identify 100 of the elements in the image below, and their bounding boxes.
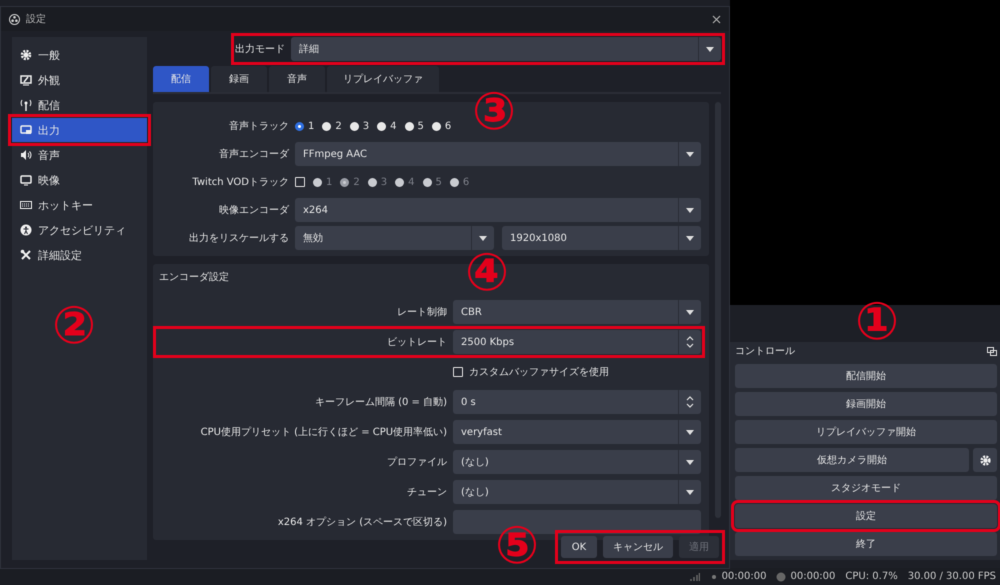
field-label: x264 オプション (スペースで区切る) <box>276 516 447 529</box>
record-icon <box>776 572 786 582</box>
tools-icon <box>20 249 32 261</box>
dropdown[interactable]: (なし) <box>453 450 701 474</box>
checkbox-option[interactable]: カスタムバッファサイズを使用 <box>453 365 609 379</box>
sidebar-item[interactable]: 出力 <box>12 118 147 142</box>
sidebar-item[interactable]: 外観 <box>12 68 147 92</box>
dropdown[interactable]: (なし) <box>453 480 701 504</box>
settings-icon <box>980 454 990 466</box>
window-title: 設定 <box>26 12 47 26</box>
sidebar-label: 音声 <box>38 148 60 162</box>
field-label: 音声エンコーダ <box>218 148 289 161</box>
radio-button[interactable]: 6 <box>432 120 452 132</box>
radio-button[interactable]: 1 <box>295 120 314 132</box>
monitor-brush-icon <box>20 74 32 86</box>
step-number: ③ <box>472 86 516 138</box>
monitor-icon <box>20 174 32 186</box>
field-label: 映像エンコーダ <box>218 204 289 217</box>
sidebar-item[interactable]: アクセシビリティ <box>12 218 147 242</box>
step-number: ① <box>855 296 900 348</box>
gear-icon <box>20 49 32 61</box>
accessibility-icon <box>20 224 32 236</box>
settings-button[interactable] <box>973 448 997 472</box>
dropdown[interactable]: veryfast <box>453 420 701 444</box>
caret-icon <box>686 208 694 212</box>
dropdown[interactable]: x264 <box>295 198 701 222</box>
sidebar-item[interactable]: 映像 <box>12 168 147 192</box>
field-label: 出力モード <box>235 42 285 56</box>
spin-box[interactable]: 0 s <box>453 390 701 414</box>
sidebar-label: 出力 <box>38 122 60 138</box>
field-label: 音声トラック <box>228 120 289 133</box>
sidebar-item[interactable]: 音声 <box>12 143 147 167</box>
control-button[interactable]: 設定 <box>735 504 997 528</box>
speaker-icon <box>20 149 32 161</box>
sidebar-label: 映像 <box>38 172 60 188</box>
sidebar-item[interactable]: 詳細設定 <box>12 243 147 267</box>
control-button[interactable]: 録画開始 <box>735 392 997 416</box>
sidebar-item[interactable]: ホットキー <box>12 193 147 217</box>
caret-icon <box>686 236 694 240</box>
tab[interactable]: 録画 <box>211 66 267 92</box>
control-button[interactable]: 配信開始 <box>735 364 997 388</box>
app-logo-icon <box>9 14 20 24</box>
field-label: チューン <box>406 486 447 499</box>
control-button[interactable]: 仮想カメラ開始 <box>735 448 969 472</box>
caret-icon <box>686 490 694 494</box>
step-number: ⑤ <box>495 520 540 572</box>
dialog-button[interactable]: キャンセル <box>603 536 673 558</box>
status-text: CPU: 0.7% <box>845 571 898 582</box>
spinner-arrows-icon <box>686 395 694 409</box>
caret-icon <box>686 152 694 156</box>
antenna-icon <box>20 99 32 111</box>
sidebar-label: ホットキー <box>38 198 93 212</box>
group-title: エンコーダ設定 <box>158 270 230 284</box>
caret-icon <box>686 460 694 464</box>
dropdown[interactable]: FFmpeg AAC <box>295 142 701 166</box>
radio-button[interactable]: 5 <box>404 120 424 132</box>
caret-icon <box>686 430 694 434</box>
field-label: ビットレート <box>386 336 447 349</box>
checkbox[interactable] <box>295 177 305 187</box>
dropdown[interactable]: 1920x1080 <box>502 226 701 250</box>
control-button[interactable]: スタジオモード <box>735 476 997 500</box>
dropdown[interactable]: 無効 <box>295 226 494 250</box>
radio-button[interactable]: 3 <box>350 120 370 132</box>
sidebar-label: 一般 <box>38 48 60 62</box>
undock-icon <box>987 346 997 356</box>
step-number: ② <box>52 300 96 352</box>
spinner-arrows-icon <box>686 335 694 349</box>
caret-icon <box>706 46 714 52</box>
control-button[interactable]: リプレイバッファ開始 <box>735 420 997 444</box>
monitor-icon <box>20 124 32 136</box>
field-label: キーフレーム間隔 (0 = 自動) <box>314 396 447 409</box>
status-text: 00:00:00 <box>722 571 766 582</box>
sidebar-label: 詳細設定 <box>38 248 82 262</box>
tab[interactable]: 配信 <box>153 66 209 92</box>
step-number: ④ <box>465 247 510 299</box>
status-text: 30.00 / 30.00 FPS <box>908 571 996 582</box>
sidebar-item[interactable]: 配信 <box>12 93 147 117</box>
field-label: プロファイル <box>386 456 447 469</box>
tab[interactable]: 音声 <box>269 66 325 92</box>
dropdown[interactable]: 詳細 <box>291 37 721 61</box>
caret-icon <box>686 310 694 314</box>
radio-button[interactable]: 4 <box>377 120 396 132</box>
close-icon <box>712 15 721 24</box>
field-label: 出力をリスケールする <box>188 232 289 245</box>
dialog-button[interactable]: OK <box>561 536 597 558</box>
signal-icon <box>690 572 700 581</box>
control-button[interactable]: 終了 <box>735 532 997 556</box>
caret-icon <box>479 236 487 240</box>
sidebar-item[interactable]: 一般 <box>12 43 147 67</box>
status-text: 00:00:00 <box>790 571 836 582</box>
keyboard-icon <box>20 199 32 211</box>
dropdown[interactable]: CBR <box>453 300 701 324</box>
tab[interactable]: リプレイバッファ <box>327 66 439 92</box>
radio-button[interactable]: 2 <box>322 120 342 132</box>
field-label: Twitch VODトラック <box>191 176 289 189</box>
field-label: レート制御 <box>396 306 447 319</box>
dock-title: コントロール <box>735 345 795 358</box>
field-label: CPU使用プリセット (上に行くほど = CPU使用率低い) <box>200 426 447 439</box>
sidebar-label: アクセシビリティ <box>38 222 126 238</box>
spin-box[interactable]: 2500 Kbps <box>453 330 701 354</box>
